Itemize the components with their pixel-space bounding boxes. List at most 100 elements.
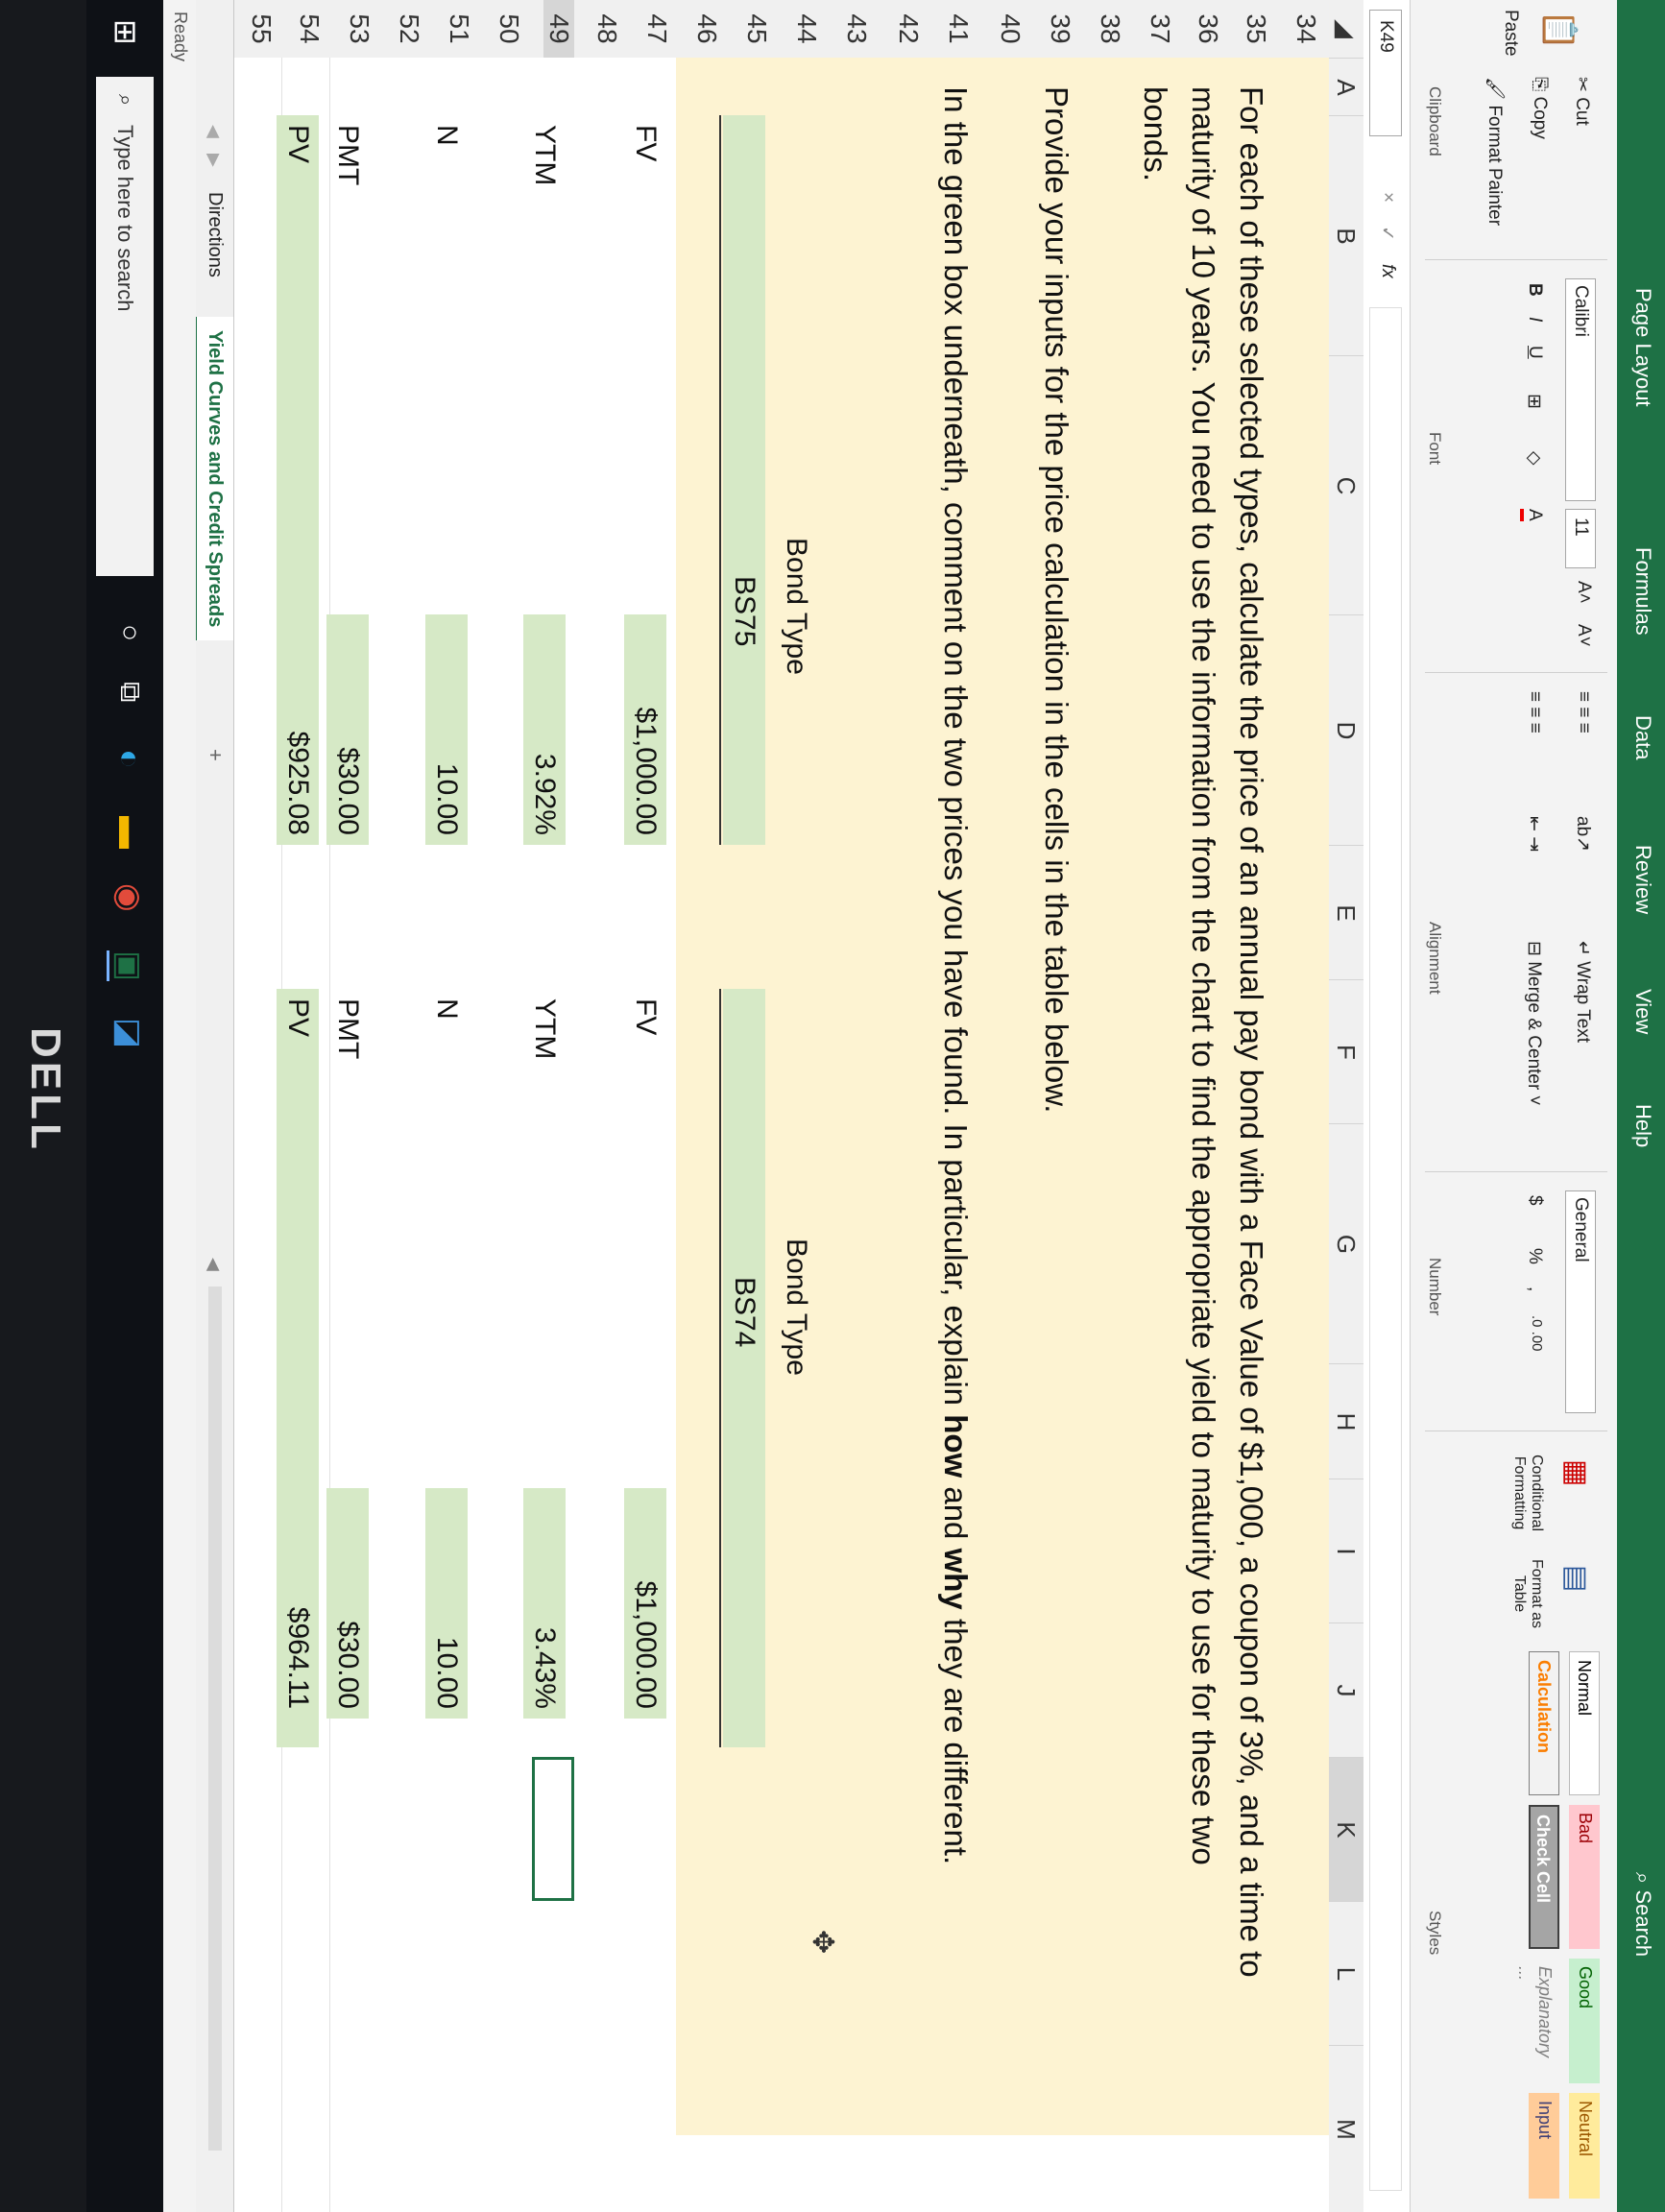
fx-icon[interactable]: fx: [1377, 264, 1398, 278]
excel-icon[interactable]: ▣: [107, 950, 148, 982]
tab-page-layout[interactable]: Page Layout: [1630, 288, 1655, 407]
row-header[interactable]: 45: [741, 0, 772, 58]
indent-icon[interactable]: ⇤ ⇥: [1523, 816, 1545, 852]
format-as-table-button[interactable]: Format as Table: [1510, 1551, 1545, 1637]
column-header-h[interactable]: H: [1329, 1363, 1363, 1479]
hscroll-left-icon[interactable]: ◀: [204, 1258, 224, 1271]
row-header[interactable]: 47: [641, 0, 672, 58]
bond-type-cell[interactable]: [723, 115, 765, 845]
style-normal[interactable]: Normal: [1569, 1651, 1600, 1795]
row-header[interactable]: 46: [691, 0, 722, 58]
wrap-text-button[interactable]: ↵ Wrap Text: [1572, 941, 1594, 1043]
style-input[interactable]: Input: [1529, 2093, 1559, 2199]
style-check-cell[interactable]: Check Cell: [1529, 1805, 1559, 1949]
windows-start-icon[interactable]: ⊞: [108, 19, 144, 45]
row-header[interactable]: 44: [791, 0, 822, 58]
mail-icon[interactable]: ◪: [109, 1018, 148, 1048]
sheet-tab-directions[interactable]: Directions: [204, 192, 226, 277]
column-header-d[interactable]: D: [1329, 614, 1363, 846]
font-name-select[interactable]: Calibri: [1565, 278, 1596, 501]
selected-cell-k49[interactable]: [532, 1757, 574, 1901]
style-neutral[interactable]: Neutral: [1569, 2093, 1600, 2199]
select-all-corner[interactable]: ◢: [1329, 0, 1363, 58]
row-header[interactable]: 48: [591, 0, 622, 58]
search-box[interactable]: ⌕ Search: [1630, 1872, 1655, 1957]
align-left-icon[interactable]: ≡ ≡ ≡: [1524, 691, 1545, 733]
tab-data[interactable]: Data: [1630, 715, 1655, 759]
merge-center-button[interactable]: ⊟ Merge & Center ˅: [1523, 941, 1545, 1106]
row-header[interactable]: 36: [1193, 0, 1223, 58]
row-header[interactable]: 51: [444, 0, 474, 58]
row-header[interactable]: 43: [841, 0, 872, 58]
prev-sheet-icon[interactable]: ◀: [204, 125, 224, 138]
tab-view[interactable]: View: [1630, 989, 1655, 1034]
cut-button[interactable]: ✂ Cut: [1571, 77, 1593, 126]
row-header[interactable]: 55: [246, 0, 277, 58]
currency-button[interactable]: $: [1524, 1195, 1545, 1206]
row-header[interactable]: 50: [494, 0, 524, 58]
percent-button[interactable]: %: [1524, 1248, 1545, 1264]
increase-font-icon[interactable]: A˄: [1573, 581, 1594, 604]
column-header-m[interactable]: M: [1329, 2045, 1363, 2212]
row-header[interactable]: 37: [1145, 0, 1175, 58]
add-sheet-button[interactable]: +: [203, 749, 228, 761]
style-calculation[interactable]: Calculation: [1529, 1651, 1559, 1795]
row-header[interactable]: 38: [1095, 0, 1125, 58]
row-header[interactable]: 42: [893, 0, 924, 58]
font-color-icon[interactable]: A: [1520, 509, 1545, 521]
row-header[interactable]: 53: [344, 0, 374, 58]
column-header-i[interactable]: I: [1329, 1479, 1363, 1623]
comma-button[interactable]: ,: [1524, 1286, 1545, 1291]
fill-color-icon[interactable]: ◇: [1523, 451, 1545, 466]
underline-icon[interactable]: U: [1524, 346, 1545, 359]
orientation-icon[interactable]: ab↗: [1572, 816, 1594, 852]
next-sheet-icon[interactable]: ▶: [204, 154, 224, 167]
bond-type-cell[interactable]: [723, 989, 765, 1747]
column-header-f[interactable]: F: [1329, 979, 1363, 1124]
tab-review[interactable]: Review: [1630, 845, 1655, 914]
row-header[interactable]: 35: [1241, 0, 1271, 58]
cortana-icon[interactable]: ○: [113, 624, 146, 641]
row-header[interactable]: 54: [294, 0, 325, 58]
decimal-icon[interactable]: .0 .00: [1529, 1315, 1545, 1352]
align-top-icon[interactable]: ≡ ≡ ≡: [1573, 691, 1594, 733]
column-header-g[interactable]: G: [1329, 1123, 1363, 1364]
style-explanatory[interactable]: Explanatory ...: [1515, 1959, 1559, 2083]
number-format-select[interactable]: General: [1565, 1190, 1596, 1413]
column-header-k[interactable]: K: [1329, 1757, 1363, 1902]
task-view-icon[interactable]: ⧉: [113, 682, 146, 702]
horizontal-scrollbar[interactable]: [208, 1286, 222, 2151]
style-good[interactable]: Good: [1569, 1959, 1600, 2083]
name-box[interactable]: K49: [1369, 10, 1402, 136]
row-header[interactable]: 40: [995, 0, 1026, 58]
conditional-formatting-button[interactable]: Conditional Formatting: [1510, 1440, 1545, 1546]
row-header[interactable]: 52: [394, 0, 424, 58]
taskbar-search-box[interactable]: ⌕ Type here to search: [96, 77, 154, 576]
column-header-b[interactable]: B: [1329, 115, 1363, 356]
copy-button[interactable]: ⎘ Copy: [1529, 77, 1550, 139]
file-explorer-icon[interactable]: ▬: [110, 816, 148, 849]
borders-icon[interactable]: ⊞: [1523, 394, 1545, 409]
tab-formulas[interactable]: Formulas: [1630, 547, 1655, 636]
cancel-icon[interactable]: ×: [1377, 192, 1398, 203]
format-painter-button[interactable]: 🖌 Format Painter: [1484, 77, 1507, 226]
sheet-tab-active[interactable]: Yield Curves and Credit Spreads: [194, 317, 233, 641]
chrome-icon[interactable]: ◉: [109, 883, 148, 912]
italic-icon[interactable]: I: [1524, 317, 1545, 322]
paste-button[interactable]: 📋: [1540, 10, 1579, 50]
column-header-c[interactable]: C: [1329, 355, 1363, 615]
column-header-a[interactable]: A: [1329, 58, 1363, 116]
row-header[interactable]: 41: [943, 0, 974, 58]
font-size-select[interactable]: 11: [1565, 509, 1596, 568]
decrease-font-icon[interactable]: A˅: [1573, 624, 1594, 647]
column-header-l[interactable]: L: [1329, 1901, 1363, 2046]
enter-icon[interactable]: ✓: [1376, 226, 1398, 241]
row-header[interactable]: 39: [1045, 0, 1075, 58]
column-header-j[interactable]: J: [1329, 1623, 1363, 1758]
formula-input[interactable]: [1369, 307, 1402, 2191]
edge-icon[interactable]: ◐: [110, 749, 148, 769]
bold-icon[interactable]: B: [1524, 283, 1545, 297]
style-bad[interactable]: Bad: [1569, 1805, 1600, 1949]
row-header[interactable]: 34: [1291, 0, 1321, 58]
tab-help[interactable]: Help: [1630, 1104, 1655, 1147]
